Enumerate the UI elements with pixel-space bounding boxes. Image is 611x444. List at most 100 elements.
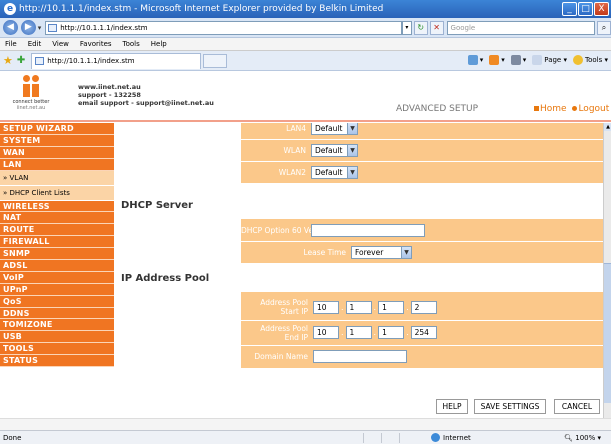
search-input[interactable]: Google bbox=[446, 20, 596, 35]
help-button[interactable]: HELP bbox=[436, 399, 468, 414]
sidebar-item-tomizone[interactable]: TOMIZONE bbox=[0, 319, 114, 332]
contact-email: email support - support@iinet.net.au bbox=[78, 99, 214, 107]
sidebar-item-wireless[interactable]: WIRELESS bbox=[0, 200, 114, 213]
forward-button[interactable]: ▶ bbox=[20, 20, 36, 35]
horizontal-scroll-area bbox=[0, 418, 611, 430]
menu-bar: File Edit View Favorites Tools Help bbox=[0, 38, 611, 51]
new-tab-button[interactable] bbox=[203, 53, 228, 68]
lease-time-select[interactable]: Forever ▼ bbox=[351, 246, 412, 259]
stop-icon[interactable]: ✕ bbox=[429, 20, 444, 35]
pool-start-label: Address Pool Start IP bbox=[260, 298, 308, 316]
menu-view[interactable]: View bbox=[52, 40, 69, 48]
wlan2-vlan-select[interactable]: Default ▼ bbox=[311, 166, 358, 179]
tab-label: http://10.1.1.1/index.stm bbox=[47, 56, 135, 65]
wlan-vlan-value: Default bbox=[315, 146, 343, 155]
sidebar-item-lan[interactable]: LAN bbox=[0, 158, 114, 171]
sidebar-item-status[interactable]: STATUS bbox=[0, 355, 114, 368]
address-input[interactable]: http://10.1.1.1/index.stm bbox=[45, 20, 402, 35]
tools-menu[interactable]: Tools ▾ bbox=[573, 55, 608, 65]
sidebar-item-upnp[interactable]: UPnP bbox=[0, 283, 114, 296]
favorites-star-icon[interactable]: ★ bbox=[3, 54, 13, 67]
main-content: LAN4 Default ▼ WLAN Default ▼ WLAN2 Defa… bbox=[114, 123, 603, 418]
sidebar-item-adsl[interactable]: ADSL bbox=[0, 260, 114, 272]
end-ip-octet-2[interactable]: 1 bbox=[345, 326, 372, 339]
sidebar-item-usb[interactable]: USB bbox=[0, 331, 114, 344]
ip-pool-heading: IP Address Pool bbox=[121, 273, 210, 284]
history-dropdown-icon[interactable]: ▾ bbox=[38, 24, 42, 32]
feeds-icon[interactable]: ▾ bbox=[489, 55, 505, 65]
vlan-row-label: WLAN2 bbox=[278, 168, 306, 177]
zone-label: Internet bbox=[443, 433, 471, 442]
lan4-vlan-value: Default bbox=[315, 123, 343, 133]
page-menu[interactable]: Page ▾ bbox=[532, 55, 567, 65]
end-ip-octet-1[interactable]: 10 bbox=[313, 326, 339, 339]
sidebar-item-voip[interactable]: VoIP bbox=[0, 271, 114, 284]
scroll-up-icon[interactable]: ▲ bbox=[604, 123, 611, 131]
maximize-button[interactable]: □ bbox=[578, 2, 593, 16]
sidebar-item-route[interactable]: ROUTE bbox=[0, 224, 114, 237]
page-header: connect better iinet.net.au www.iinet.ne… bbox=[0, 71, 611, 122]
security-zone: Internet bbox=[431, 433, 471, 442]
menu-help[interactable]: Help bbox=[151, 40, 167, 48]
menu-favorites[interactable]: Favorites bbox=[80, 40, 112, 48]
start-ip-octet-4[interactable]: 2 bbox=[410, 300, 437, 314]
sidebar-item-wan[interactable]: WAN bbox=[0, 146, 114, 159]
domain-name-row: Domain Name bbox=[241, 345, 603, 367]
lan4-vlan-select[interactable]: Default ▼ bbox=[311, 123, 358, 135]
close-button[interactable]: X bbox=[594, 2, 609, 16]
start-ip-octet-3[interactable]: 1 bbox=[378, 300, 405, 314]
sidebar-item-system[interactable]: SYSTEM bbox=[0, 134, 114, 147]
tab-bar: ★ ✚ http://10.1.1.1/index.stm ▾ ▾ ▾ Page… bbox=[0, 51, 611, 71]
sidebar-nav: SETUP WIZARD SYSTEM WAN LAN » VLAN » DHC… bbox=[0, 123, 114, 418]
ip-dot: . bbox=[341, 302, 344, 312]
pool-start-row: Address Pool Start IP 10 . 1 . 1 . 2 bbox=[241, 295, 603, 319]
end-ip-octet-3[interactable]: 1 bbox=[378, 326, 405, 339]
save-settings-button[interactable]: SAVE SETTINGS bbox=[474, 399, 546, 414]
start-ip-octet-2[interactable]: 1 bbox=[345, 300, 372, 314]
menu-file[interactable]: File bbox=[5, 40, 17, 48]
vlan-row-label: WLAN bbox=[283, 146, 306, 155]
sidebar-item-qos[interactable]: QoS bbox=[0, 295, 114, 308]
lease-time-label: Lease Time bbox=[303, 248, 346, 257]
end-ip-octet-4[interactable]: 254 bbox=[410, 326, 437, 339]
sidebar-item-tools[interactable]: TOOLS bbox=[0, 343, 114, 356]
refresh-icon[interactable]: ↻ bbox=[413, 20, 428, 35]
contact-info: www.iinet.net.au support - 132258 email … bbox=[78, 83, 214, 107]
sidebar-item-firewall[interactable]: FIREWALL bbox=[0, 236, 114, 249]
vlan-row-lan4: LAN4 Default ▼ bbox=[241, 123, 603, 139]
vertical-scrollbar[interactable]: ▲ bbox=[603, 123, 611, 418]
cancel-button[interactable]: CANCEL bbox=[554, 399, 600, 414]
dhcp-server-heading: DHCP Server bbox=[121, 200, 193, 211]
address-dropdown-icon[interactable]: ▾ bbox=[401, 20, 412, 35]
menu-tools[interactable]: Tools bbox=[123, 40, 140, 48]
status-text: Done bbox=[3, 433, 22, 442]
sidebar-item-nat[interactable]: NAT bbox=[0, 212, 114, 225]
browser-tab[interactable]: http://10.1.1.1/index.stm bbox=[31, 52, 202, 69]
vlan-row-wlan: WLAN Default ▼ bbox=[241, 139, 603, 161]
sidebar-item-ddns[interactable]: DDNS bbox=[0, 307, 114, 320]
ip-dot: . bbox=[406, 302, 409, 312]
home-link[interactable]: Home bbox=[540, 104, 567, 114]
sidebar-item-setup-wizard[interactable]: SETUP WIZARD bbox=[0, 123, 114, 135]
start-ip-octet-1[interactable]: 10 bbox=[313, 300, 339, 314]
iinet-logo: connect better iinet.net.au bbox=[6, 75, 56, 111]
zoom-control[interactable]: 🔍︎ 100% ▾ bbox=[564, 434, 601, 442]
sidebar-item-snmp[interactable]: SNMP bbox=[0, 248, 114, 261]
vendor-id-input[interactable] bbox=[311, 223, 425, 237]
domain-name-input[interactable] bbox=[313, 350, 407, 363]
sidebar-item-dhcp-client-lists[interactable]: » DHCP Client Lists bbox=[0, 185, 114, 201]
menu-edit[interactable]: Edit bbox=[28, 40, 42, 48]
home-icon[interactable]: ▾ bbox=[467, 55, 483, 65]
sidebar-item-vlan[interactable]: » VLAN bbox=[0, 170, 114, 186]
back-button[interactable]: ◀ bbox=[3, 20, 18, 35]
wlan-vlan-select[interactable]: Default ▼ bbox=[311, 144, 358, 157]
add-favorites-icon[interactable]: ✚ bbox=[17, 55, 25, 66]
minimize-button[interactable]: _ bbox=[562, 2, 577, 16]
scroll-thumb[interactable] bbox=[604, 263, 611, 403]
vlan-row-label: LAN4 bbox=[286, 123, 306, 133]
tab-page-icon bbox=[35, 56, 45, 65]
print-icon[interactable]: ▾ bbox=[510, 55, 526, 65]
logout-link[interactable]: Logout bbox=[578, 104, 609, 114]
section-title: ADVANCED SETUP bbox=[396, 104, 479, 114]
search-icon[interactable]: ⌕ bbox=[597, 20, 611, 35]
